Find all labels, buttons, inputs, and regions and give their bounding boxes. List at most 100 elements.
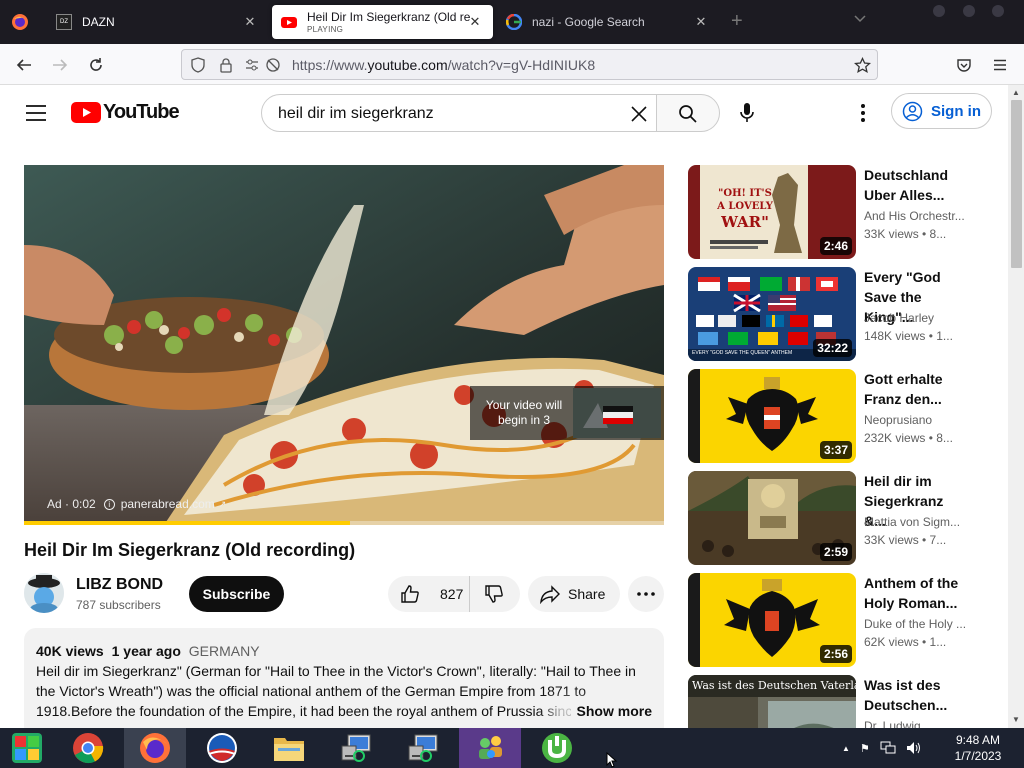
video-thumbnail[interactable]: EVERY "GOD SAVE THE QUEEN" ANTHEM 32:22	[688, 267, 856, 361]
lock-icon[interactable]	[218, 57, 234, 73]
url-bar[interactable]: https://www.youtube.com/watch?v=gV-HdINI…	[181, 49, 878, 80]
action-center-flag-icon[interactable]: ⚑	[860, 742, 870, 755]
channel-name[interactable]: LIBZ BOND	[76, 576, 163, 594]
video-thumbnail[interactable]: Was ist des Deutschen Vaterland	[688, 675, 856, 728]
window-close-button[interactable]	[992, 5, 1004, 17]
obama-logo-taskbar-app[interactable]	[191, 728, 253, 768]
share-label: Share	[568, 586, 606, 602]
recommended-video[interactable]: 2:56 Anthem of the Holy Roman... Duke of …	[688, 573, 988, 667]
account-icon	[902, 101, 923, 122]
firefox-taskbar-app[interactable]	[124, 728, 186, 768]
back-button[interactable]	[11, 52, 37, 78]
like-button[interactable]: 827	[388, 576, 470, 612]
users-taskbar-app[interactable]	[459, 728, 521, 768]
share-button[interactable]: Share	[528, 576, 620, 612]
clear-search-icon[interactable]	[630, 105, 648, 123]
clock[interactable]: 9:48 AM 1/7/2023	[946, 732, 1010, 764]
more-actions-button[interactable]	[628, 576, 664, 612]
ad-label: Ad · 0:02	[47, 497, 96, 511]
recommended-video[interactable]: EVERY "GOD SAVE THE QUEEN" ANTHEM 32:22 …	[688, 267, 988, 361]
ad-domain-link[interactable]: panerabread.com	[121, 497, 215, 511]
scroll-down-arrow-icon[interactable]: ▼	[1012, 715, 1020, 724]
info-icon[interactable]: i	[103, 498, 115, 510]
external-link-icon: ↗	[218, 498, 227, 509]
pocket-button[interactable]	[951, 52, 977, 78]
shield-icon[interactable]	[190, 57, 206, 73]
computer-taskbar-app-1[interactable]	[325, 728, 387, 768]
new-tab-icon[interactable]: +	[731, 11, 743, 31]
chrome-taskbar-app[interactable]	[57, 728, 119, 768]
tray-expand-icon[interactable]: ▲	[842, 744, 850, 753]
utorrent-taskbar-app[interactable]	[526, 728, 588, 768]
forward-arrow-icon	[53, 59, 68, 71]
recommended-video[interactable]: 2:59 Heil dir im Siegerkranz &... Mattia …	[688, 471, 988, 565]
description-box[interactable]: 40K views 1 year ago GERMANY Heil dir im…	[24, 628, 664, 728]
campaign-logo-icon	[207, 733, 237, 763]
chrome-icon	[73, 733, 104, 764]
app-menu-button[interactable]	[987, 52, 1013, 78]
recommended-views: 232K views • 8...	[864, 431, 953, 445]
video-player[interactable]: Ad · 0:02 i panerabread.com ↗ Your video…	[24, 165, 664, 525]
next-video-line2: begin in 3	[497, 413, 551, 427]
next-video-preview[interactable]: Your video will begin in 3	[470, 386, 664, 440]
scrollbar-thumb[interactable]	[1011, 100, 1022, 268]
tab-google-search[interactable]: nazi - Google Search ✕	[497, 5, 719, 39]
subscriber-count: 787 subscribers	[76, 598, 161, 612]
hashtag-link[interactable]: GERMANY	[189, 643, 260, 659]
close-icon[interactable]: ✕	[467, 14, 483, 30]
thumbnail-caption: EVERY "GOD SAVE THE QUEEN" ANTHEM	[692, 350, 793, 356]
duration-badge: 2:59	[819, 543, 852, 561]
tab-youtube-active[interactable]: Heil Dir Im Siegerkranz (Old re PLAYING …	[272, 5, 493, 39]
youtube-header: YouTube heil dir im siegerkranz Sign in	[0, 85, 1008, 141]
thumbnail-caption: "OH! IT'S A LOVELY WAR"	[717, 188, 773, 231]
permissions-icon[interactable]	[244, 57, 260, 73]
channel-avatar[interactable]	[24, 573, 64, 613]
logo-text: YouTube	[103, 101, 180, 123]
window-minimize-button[interactable]	[933, 5, 945, 17]
search-input[interactable]: heil dir im siegerkranz	[261, 94, 657, 132]
video-thumbnail[interactable]: 3:37	[688, 369, 856, 463]
ad-progress-bar[interactable]	[24, 521, 664, 525]
recommended-video[interactable]: Was ist des Deutschen Vaterland Was ist …	[688, 675, 988, 728]
page-scrollbar[interactable]: ▲ ▼	[1008, 85, 1024, 728]
file-explorer-taskbar-app[interactable]	[258, 728, 320, 768]
settings-more-button[interactable]	[860, 103, 866, 123]
recommended-title: Was ist des Deutschen...	[864, 677, 948, 713]
subscribe-button[interactable]: Subscribe	[189, 576, 284, 612]
computer-taskbar-app-2[interactable]	[392, 728, 454, 768]
sign-in-button[interactable]: Sign in	[891, 93, 992, 129]
video-thumbnail[interactable]: 2:59	[688, 471, 856, 565]
network-icon[interactable]	[880, 741, 896, 755]
window-maximize-button[interactable]	[963, 5, 975, 17]
volume-icon[interactable]	[906, 741, 922, 755]
recommended-channel: Mattia von Sigm...	[864, 515, 961, 529]
autoplay-blocked-icon[interactable]	[265, 57, 281, 73]
firefox-menu-icon[interactable]	[11, 13, 29, 31]
recommended-video[interactable]: "OH! IT'S A LOVELY WAR" 2:46 Deutschland…	[688, 165, 988, 259]
bookmark-star-icon[interactable]	[854, 57, 871, 74]
share-icon	[540, 585, 560, 604]
dislike-button[interactable]	[470, 576, 504, 612]
recommended-channel: Jacob Harley	[864, 311, 935, 325]
forward-button[interactable]	[47, 52, 73, 78]
tab-dazn[interactable]: DZ DAZN ✕	[46, 5, 268, 39]
like-count: 827	[440, 586, 464, 602]
recommended-views: 148K views • 1...	[864, 329, 953, 343]
url-text[interactable]: https://www.youtube.com/watch?v=gV-HdINI…	[292, 57, 595, 73]
video-thumbnail[interactable]: 2:56	[688, 573, 856, 667]
video-thumbnail[interactable]: "OH! IT'S A LOVELY WAR" 2:46	[688, 165, 856, 259]
close-icon[interactable]: ✕	[693, 14, 709, 30]
guide-menu-button[interactable]	[24, 101, 48, 125]
tab-list-chevron-icon[interactable]	[853, 14, 867, 24]
youtube-logo[interactable]: YouTube	[71, 101, 180, 124]
recommended-video[interactable]: 3:37 Gott erhalte Franz den... Neoprusian…	[688, 369, 988, 463]
start-button[interactable]	[0, 728, 54, 768]
scroll-up-arrow-icon[interactable]: ▲	[1012, 88, 1020, 97]
reload-button[interactable]	[83, 52, 109, 78]
close-icon[interactable]: ✕	[242, 14, 258, 30]
voice-search-button[interactable]	[737, 102, 757, 124]
show-more-button[interactable]: Show more	[570, 701, 652, 721]
search-button[interactable]	[656, 94, 720, 132]
recommended-title: Gott erhalte Franz den...	[864, 371, 943, 407]
browser-tab-bar: DZ DAZN ✕ Heil Dir Im Siegerkranz (Old r…	[0, 0, 1024, 44]
